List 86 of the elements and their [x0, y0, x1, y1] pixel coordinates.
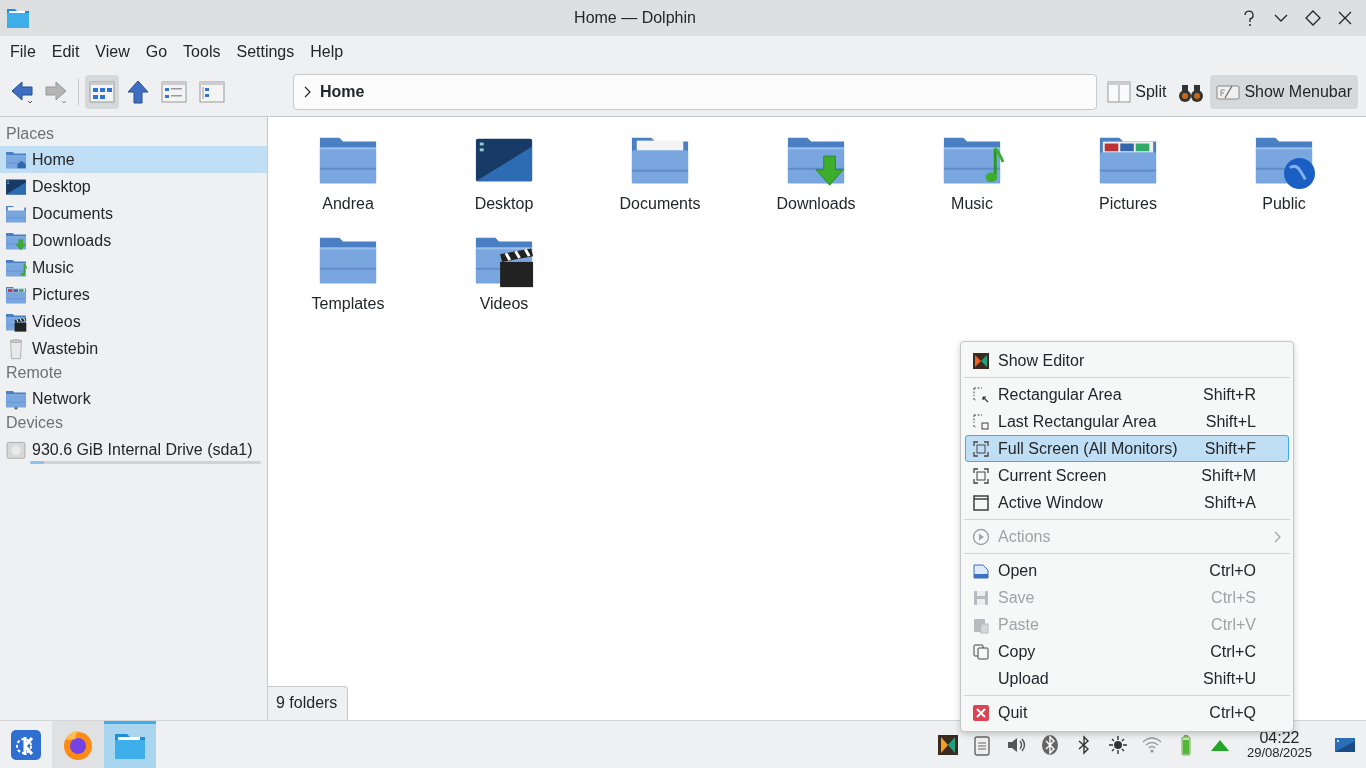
- taskbar-button[interactable]: [52, 721, 104, 768]
- region-icon: [972, 412, 990, 431]
- show-menubar-button[interactable]: Show Menubar: [1210, 75, 1358, 109]
- document-icon: [972, 561, 990, 580]
- folder-item[interactable]: Videos: [426, 229, 582, 329]
- screen-corners-icon: [972, 466, 990, 485]
- shortcut-text: Shift+R: [1203, 385, 1256, 404]
- menu-item[interactable]: Open Ctrl+O: [965, 557, 1289, 584]
- close-icon[interactable]: [1336, 9, 1354, 27]
- shortcut-text: Ctrl+O: [1209, 561, 1256, 580]
- close-icon: [972, 703, 990, 722]
- menu-title[interactable]: Edit: [43, 43, 88, 61]
- menu-item[interactable]: Rectangular Area Shift+R: [965, 381, 1289, 408]
- shortcut-text: Shift+F: [1204, 439, 1256, 458]
- places-item[interactable]: Pictures: [0, 281, 267, 308]
- folder-item[interactable]: Public: [1206, 129, 1362, 229]
- menu-title[interactable]: Go: [137, 43, 176, 61]
- shortcut-text: Ctrl+Q: [1209, 703, 1256, 722]
- menu-item[interactable]: Copy Ctrl+C: [965, 638, 1289, 665]
- shortcut-text: Shift+L: [1205, 412, 1256, 431]
- shortcut-text: Ctrl+C: [1210, 642, 1256, 661]
- list-view-icon: [161, 81, 187, 103]
- shortcut-text: Shift+U: [1203, 669, 1256, 688]
- up-arrow-icon[interactable]: [125, 79, 151, 105]
- folder-item[interactable]: Templates: [270, 229, 426, 329]
- menu-item[interactable]: Last Rectangular Area Shift+L: [965, 408, 1289, 435]
- chevron-icon: [1272, 530, 1282, 543]
- places-item[interactable]: Wastebin: [0, 335, 267, 362]
- status-label: 9 folders: [268, 686, 349, 720]
- tree-view-icon: [199, 81, 225, 103]
- taskbar-button[interactable]: [104, 721, 156, 768]
- places-item[interactable]: Home: [0, 146, 267, 173]
- places-item[interactable]: 930.6 GiB Internal Drive (sda1): [0, 435, 267, 465]
- places-item[interactable]: Desktop: [0, 173, 267, 200]
- clock-date[interactable]: 29/08/2025: [1246, 746, 1312, 759]
- places-item[interactable]: Music: [0, 254, 267, 281]
- back-arrow-icon[interactable]: [10, 79, 36, 105]
- icon-grid-icon: [89, 81, 115, 103]
- folder-item[interactable]: Desktop: [426, 129, 582, 229]
- menu-item[interactable]: Upload Shift+U: [965, 665, 1289, 692]
- shortcut-text: Shift+M: [1201, 466, 1256, 485]
- split-button[interactable]: Split: [1101, 75, 1173, 109]
- folder-item[interactable]: Andrea: [270, 129, 426, 229]
- chevron-icon: [302, 86, 312, 98]
- menu-title[interactable]: Tools: [175, 43, 229, 61]
- folder-item[interactable]: Music: [894, 129, 1050, 229]
- play-circle-icon: [972, 527, 990, 546]
- menu-title[interactable]: Help: [302, 43, 352, 61]
- launcher-icon: [9, 727, 43, 762]
- folder-item[interactable]: Documents: [582, 129, 738, 229]
- editor-icon[interactable]: [936, 733, 959, 756]
- shortcut-text: Ctrl+V: [1211, 615, 1256, 634]
- places-item[interactable]: Network: [0, 385, 267, 412]
- folder-item[interactable]: Pictures: [1050, 129, 1206, 229]
- menu-title[interactable]: File: [2, 43, 44, 61]
- window-title: Home — Dolphin: [573, 9, 697, 27]
- window-icon: [972, 493, 990, 512]
- menu-title[interactable]: View: [87, 43, 138, 61]
- menu-item[interactable]: Quit Ctrl+Q: [965, 699, 1289, 726]
- section-heading: Remote: [5, 363, 64, 383]
- places-item[interactable]: Videos: [0, 308, 267, 335]
- editor-icon: [972, 351, 990, 370]
- menu-item[interactable]: Full Screen (All Monitors) Shift+F: [965, 435, 1289, 462]
- folder-item[interactable]: Downloads: [738, 129, 894, 229]
- folder-app-icon: [6, 7, 30, 29]
- split-pane-icon: [1107, 81, 1132, 103]
- menu-item[interactable]: Show Editor: [965, 347, 1289, 374]
- shortcut-text: Shift+A: [1203, 493, 1256, 512]
- shortcut-text: Ctrl+S: [1211, 588, 1256, 607]
- places-item[interactable]: Downloads: [0, 227, 267, 254]
- places-item[interactable]: Documents: [0, 200, 267, 227]
- menu-item[interactable]: Current Screen Shift+M: [965, 462, 1289, 489]
- brightness-icon[interactable]: [1106, 733, 1129, 756]
- drive-icon: [4, 439, 28, 461]
- icons-view-button[interactable]: [85, 75, 119, 109]
- copy-icon: [972, 642, 990, 661]
- breadcrumb-link[interactable]: Home: [320, 83, 365, 101]
- section-heading: Devices: [5, 413, 64, 433]
- location-bar[interactable]: Home: [293, 74, 1098, 110]
- screen-corners-icon: [972, 439, 990, 458]
- maximize-icon[interactable]: [1304, 9, 1322, 27]
- menu-item[interactable]: Active Window Shift+A: [965, 489, 1289, 516]
- section-heading: Places: [5, 124, 56, 144]
- region-icon: [972, 385, 990, 404]
- floppy-icon: [972, 588, 990, 607]
- menu-title[interactable]: Settings: [228, 43, 303, 61]
